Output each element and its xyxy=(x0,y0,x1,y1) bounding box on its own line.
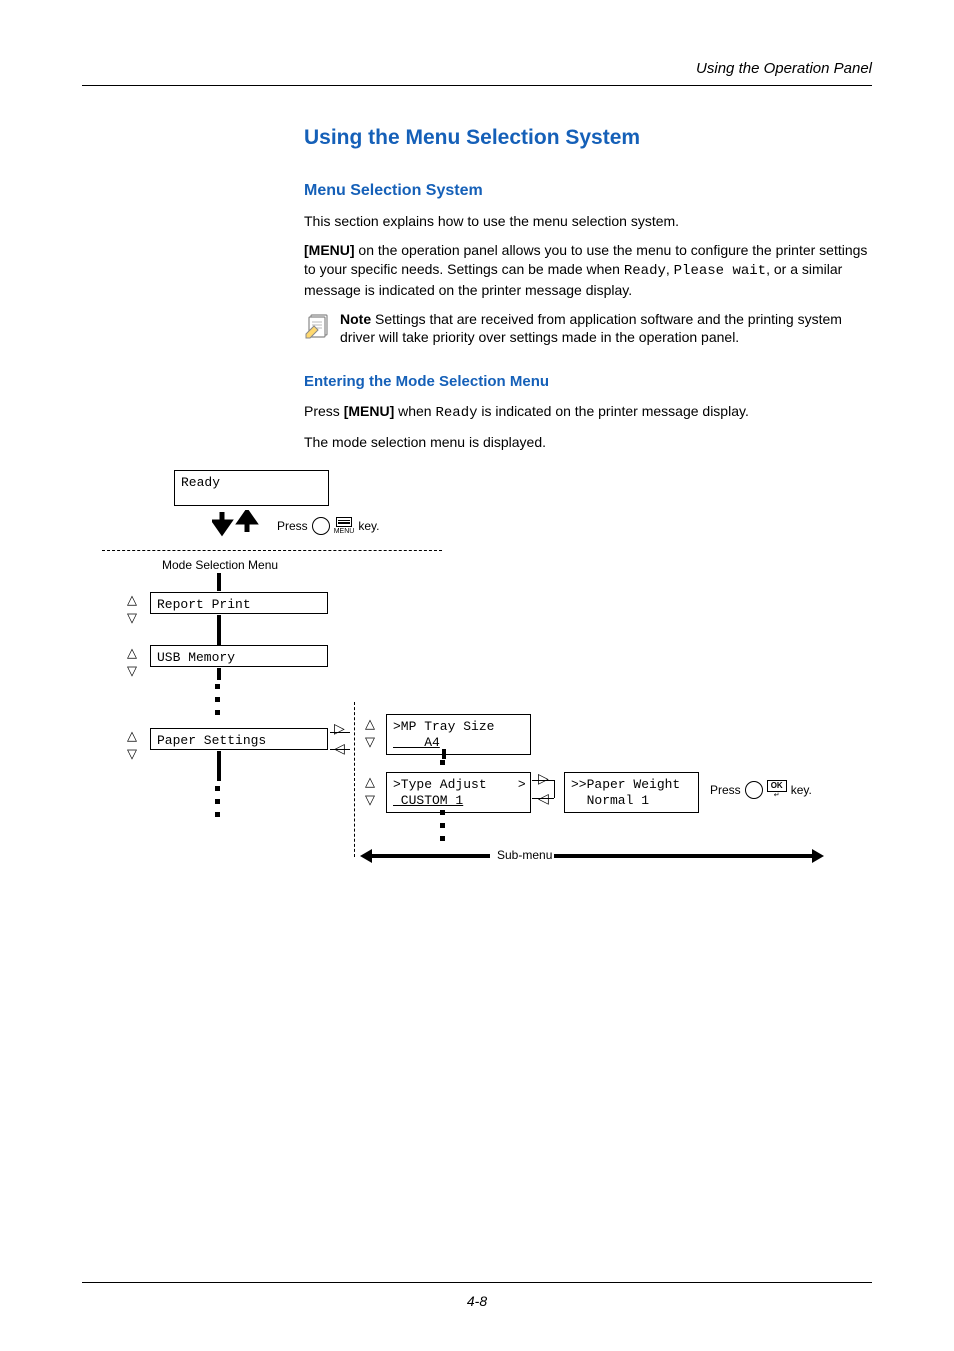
lcd-paper-settings: Paper Settings xyxy=(150,728,328,750)
connector-bar xyxy=(217,573,221,591)
nav-right-icon-2: ▷ xyxy=(538,770,549,787)
ok-key-icon: OK ↵ xyxy=(767,780,787,799)
mode-menu-displayed-paragraph: The mode selection menu is displayed. xyxy=(304,433,872,452)
arrow-down-up-icon xyxy=(212,510,262,540)
menu-key-icon: MENU xyxy=(334,517,355,535)
connector-h-4 xyxy=(532,798,554,799)
nav-up-down-icon-2: △ ▽ xyxy=(127,645,137,679)
nav-up-down-icon-4: △ ▽ xyxy=(365,716,375,750)
connector-h xyxy=(330,732,350,733)
main-heading: Using the Menu Selection System xyxy=(304,126,872,150)
dotted-continuation xyxy=(215,684,220,715)
connector-bar-2 xyxy=(217,615,221,645)
lcd-paper-weight: >>Paper Weight Normal 1 xyxy=(564,772,699,813)
press-menu-key: Press MENU key. xyxy=(277,517,379,535)
menu-key-label: [MENU] xyxy=(304,242,355,258)
dashed-separator xyxy=(102,550,442,551)
connector-h-3 xyxy=(532,780,554,781)
intro-paragraph: This section explains how to use the men… xyxy=(304,212,872,231)
connector-h-2 xyxy=(330,749,350,750)
press-ok-key: Press OK ↵ key. xyxy=(710,780,812,799)
lcd-ready: Ready xyxy=(174,470,329,506)
note-icon xyxy=(304,312,332,340)
nav-up-down-icon-3: △ ▽ xyxy=(127,728,137,762)
nav-up-down-icon: △ ▽ xyxy=(127,592,137,626)
dotted-continuation-4 xyxy=(215,786,220,817)
page-number: 4-8 xyxy=(0,1293,954,1309)
connector-v-thin xyxy=(554,780,555,798)
lcd-report-print: Report Print xyxy=(150,592,328,614)
nav-up-down-icon-5: △ ▽ xyxy=(365,774,375,808)
submenu-arrow-right xyxy=(554,854,814,858)
note-text: Note Settings that are received from app… xyxy=(340,310,872,348)
press-menu-paragraph: Press [MENU] when Ready is indicated on … xyxy=(304,402,872,423)
connector-bar-5 xyxy=(217,751,221,781)
page-header-section: Using the Operation Panel xyxy=(82,60,872,77)
sub-heading-entering-mode: Entering the Mode Selection Menu xyxy=(304,373,872,390)
mode-selection-label: Mode Selection Menu xyxy=(162,558,278,572)
lcd-usb-memory: USB Memory xyxy=(150,645,328,667)
lcd-type-adjust: >Type Adjust > CUSTOM 1 xyxy=(386,772,531,813)
note-block: Note Settings that are received from app… xyxy=(304,310,872,348)
connector-bar-3 xyxy=(217,668,221,680)
footer-divider xyxy=(82,1282,872,1283)
header-divider xyxy=(82,85,872,86)
lcd-mp-tray-size: >MP Tray Size A4 xyxy=(386,714,531,755)
menu-description-paragraph: [MENU] on the operation panel allows you… xyxy=(304,241,872,300)
connector-bar-4 xyxy=(442,749,446,759)
submenu-boundary xyxy=(354,702,355,857)
submenu-arrow-left xyxy=(370,854,490,858)
sub-heading-menu-selection: Menu Selection System xyxy=(304,182,872,200)
nav-right-icon: ▷ xyxy=(334,720,345,737)
mode-selection-diagram: Ready Press MENU key. Mode Selection Men… xyxy=(102,470,872,870)
dotted-continuation-2 xyxy=(440,760,445,765)
dotted-continuation-3 xyxy=(440,810,445,841)
submenu-label: Sub-menu xyxy=(497,848,552,862)
